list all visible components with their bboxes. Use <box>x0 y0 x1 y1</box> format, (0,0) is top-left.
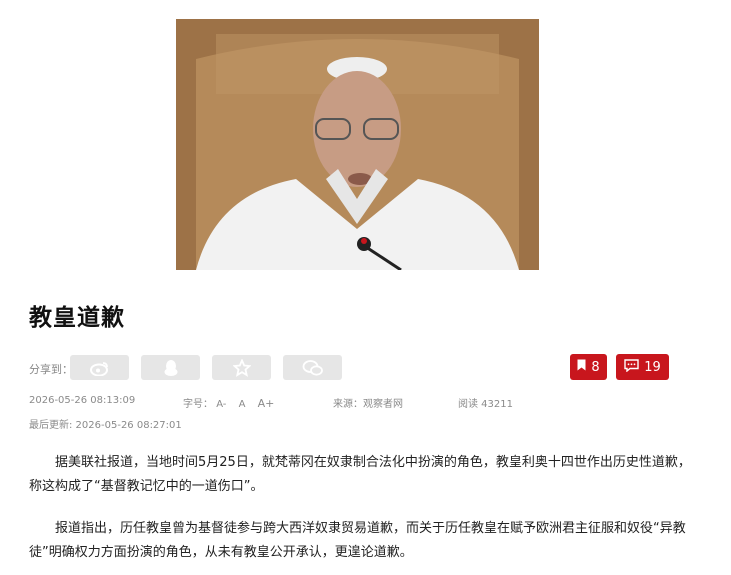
font-size-small-button[interactable]: A- <box>216 399 226 410</box>
last-updated: 最后更新: 2026-05-26 08:27:01 <box>29 420 182 431</box>
read-count: 阅读 43211 <box>458 399 513 410</box>
share-label: 分享到： <box>29 363 73 376</box>
weibo-icon <box>89 360 110 376</box>
article-title: 教皇道歉 <box>29 305 125 331</box>
article-paragraph: 据美联社报道，当地时间5月25日，就梵蒂冈在奴隶制合法化中扮演的角色，教皇利奥十… <box>29 455 691 494</box>
bookmark-icon <box>577 359 586 375</box>
font-size-normal-button[interactable]: A <box>239 399 246 410</box>
font-size-label: 字号： <box>183 399 213 410</box>
font-size-large-button[interactable]: A+ <box>258 397 275 410</box>
comment-button[interactable]: 19 <box>616 354 669 380</box>
bookmark-count: 8 <box>591 359 600 375</box>
article-photo <box>176 19 539 270</box>
article-paragraph: 报道指出，历任教皇曾为基督徒参与跨大西洋奴隶贸易道歉，而关于历任教皇在赋予欧洲君… <box>29 521 686 560</box>
bookmark-button[interactable]: 8 <box>570 354 607 380</box>
share-wechat-button[interactable] <box>283 355 342 380</box>
share-weibo-button[interactable] <box>70 355 129 380</box>
qq-icon <box>163 359 179 377</box>
share-favorite-button[interactable] <box>212 355 271 380</box>
favorite-icon <box>232 358 251 377</box>
comment-count: 19 <box>644 359 661 375</box>
share-qq-button[interactable] <box>141 355 200 380</box>
publish-time: 2026-05-26 08:13:09 <box>29 395 136 406</box>
comment-icon <box>624 358 639 376</box>
wechat-icon <box>302 359 324 377</box>
article-source: 来源：观察者网 <box>333 399 403 410</box>
font-size-control: 字号： A- A A+ <box>183 395 283 410</box>
